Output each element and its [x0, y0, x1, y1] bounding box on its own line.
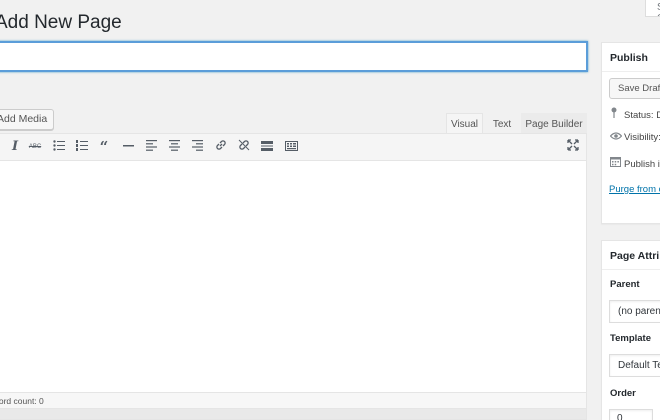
editor-resize-handle[interactable] [0, 409, 587, 420]
publish-box-title: Publish [602, 43, 660, 72]
status-label: Status: Draft [624, 110, 660, 121]
toolbar-toggle-icon[interactable] [281, 138, 301, 156]
fullscreen-icon[interactable] [563, 138, 583, 156]
editor-container: I ABC “ ord count: 0 [0, 133, 587, 409]
tab-visual[interactable]: Visual [446, 113, 483, 134]
order-input[interactable]: 0 [609, 409, 653, 420]
parent-label: Parent [610, 279, 640, 290]
publish-box: Publish Save Draft Status: Draft Visibil… [601, 42, 660, 224]
horizontal-rule-icon[interactable] [118, 138, 138, 156]
add-media-label: Add Media [0, 113, 48, 125]
parent-select[interactable]: (no parent) [609, 300, 660, 323]
visibility-row: Visibility: Public [609, 132, 660, 143]
tab-text[interactable]: Text [485, 113, 519, 134]
schedule-row: Publish immediately [610, 156, 660, 170]
order-label: Order [610, 388, 636, 399]
template-label: Template [610, 333, 652, 344]
add-media-button[interactable]: Add Media [0, 109, 55, 130]
purge-cache-link[interactable]: Purge from cache [609, 184, 660, 195]
editor-content-area[interactable] [0, 161, 586, 394]
align-right-icon[interactable] [187, 138, 207, 156]
template-select[interactable]: Default Template [609, 354, 660, 377]
tab-page-builder[interactable]: Page Builder [521, 113, 587, 134]
page-attributes-title: Page Attributes [602, 241, 660, 270]
insert-link-icon[interactable] [211, 138, 231, 156]
eye-icon [609, 132, 624, 143]
screen-options-button[interactable]: Screen Options [645, 0, 660, 17]
strikethrough-icon[interactable]: ABC [25, 138, 45, 156]
calendar-icon [610, 156, 624, 170]
page-attributes-box: Page Attributes Parent (no parent) Templ… [601, 240, 660, 420]
editor-status-bar: Word count: 0 [0, 392, 586, 408]
visibility-label: Visibility: Public [624, 132, 660, 143]
blockquote-icon[interactable]: “ [94, 138, 114, 156]
align-center-icon[interactable] [164, 138, 184, 156]
schedule-label: Publish immediately [624, 159, 660, 170]
page-title: Add New Page [0, 12, 122, 33]
word-count: Word count: 0 [0, 396, 44, 406]
save-draft-button[interactable]: Save Draft [609, 78, 660, 99]
page-title-input[interactable] [0, 42, 587, 71]
italic-icon[interactable]: I [5, 138, 25, 156]
editor-toolbar: I ABC “ [0, 134, 586, 161]
read-more-icon[interactable] [257, 138, 277, 156]
status-row: Status: Draft [610, 107, 660, 121]
unlink-icon[interactable] [234, 138, 254, 156]
numbered-list-icon[interactable] [72, 138, 92, 156]
bullet-list-icon[interactable] [49, 138, 69, 156]
pin-icon [610, 107, 624, 121]
align-left-icon[interactable] [141, 138, 161, 156]
